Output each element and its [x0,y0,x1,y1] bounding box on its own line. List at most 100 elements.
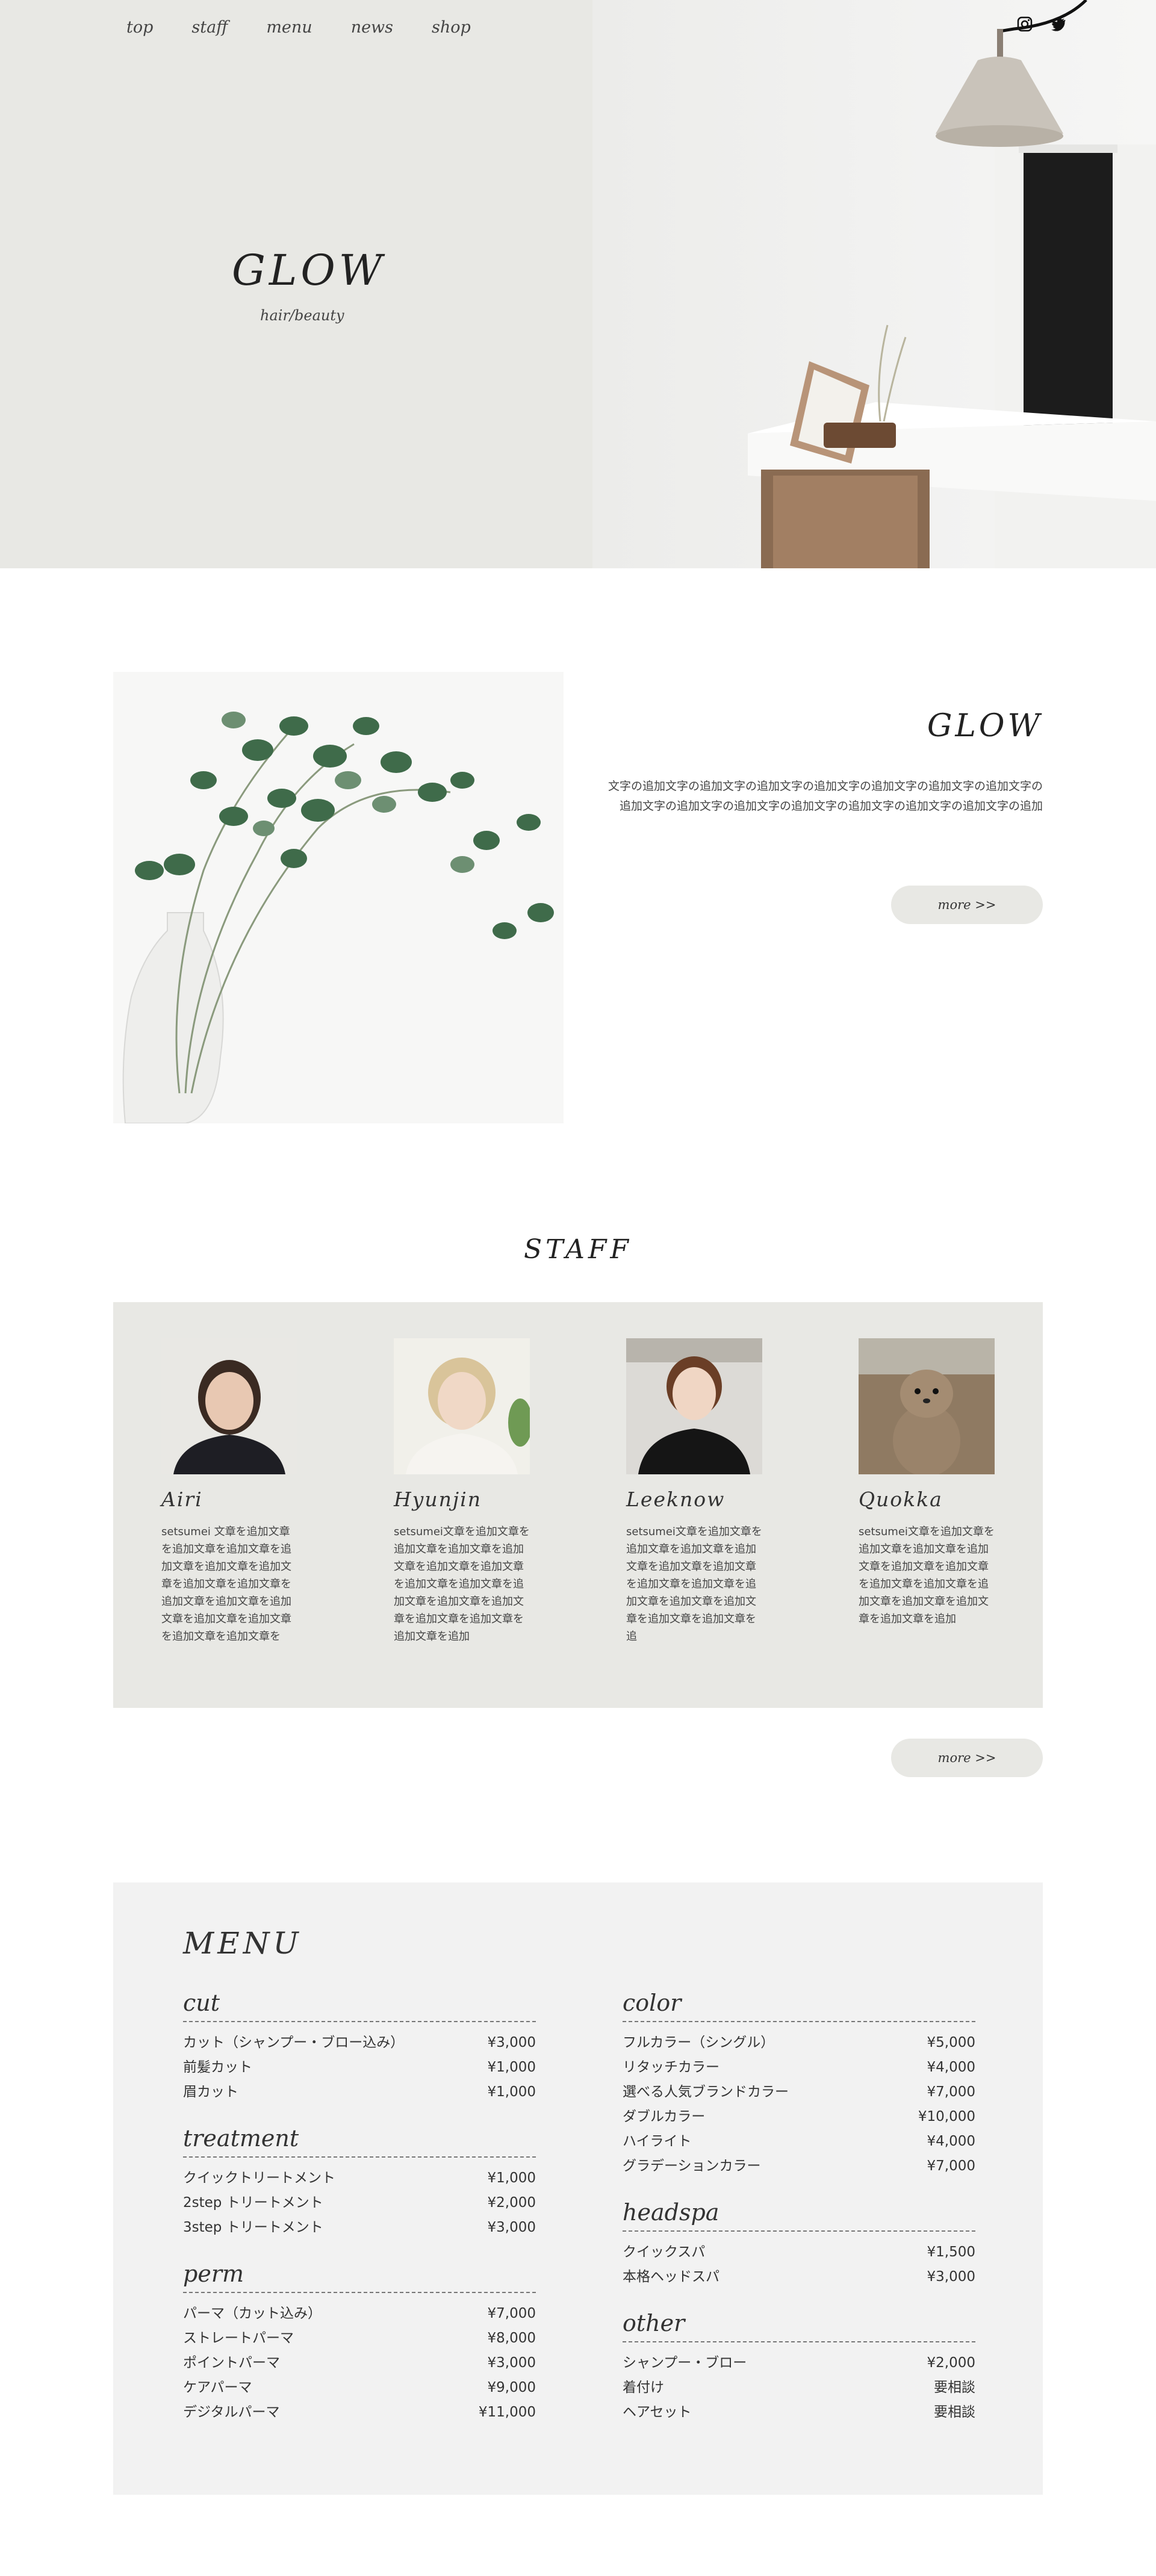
menu-item: シャンプー・ブロー ¥2,000 [623,2351,975,2376]
item-price: ¥1,000 [487,2170,536,2186]
category-name: treatment [183,2125,536,2158]
staff-section: Airi setsumei 文章を追加文章を追加文章を追加文章を追加文章を追加文… [113,1302,1043,1708]
twitter-icon[interactable] [1050,16,1067,33]
staff-photo [626,1338,762,1474]
menu-item: クイックスパ ¥1,500 [623,2240,975,2265]
item-price: ¥7,000 [927,2158,975,2174]
item-label: クイックスパ [623,2244,706,2260]
social-links [1016,16,1067,33]
nav-staff[interactable]: staff [191,18,228,37]
staff-description: setsumei文章を追加文章を追加文章を追加文章を追加文章を追加文章を追加文章… [626,1525,762,1643]
item-price: ¥10,000 [918,2109,975,2124]
item-price: ¥9,000 [487,2380,536,2395]
item-price: ¥7,000 [487,2306,536,2321]
menu-item: クイックトリートメント ¥1,000 [183,2166,536,2191]
menu-item: 2step トリートメント ¥2,000 [183,2191,536,2215]
item-label: ケアパーマ [183,2380,252,2395]
hero: top staff menu news shop GLOW hair/beaut… [0,0,1156,568]
menu-item: ストレートパーマ ¥8,000 [183,2326,536,2351]
menu-category: treatment クイックトリートメント ¥1,000 2step トリートメン… [183,2125,536,2240]
item-label: 前髪カット [183,2059,252,2075]
menu-item: ハイライト ¥4,000 [623,2129,975,2154]
nav-top[interactable]: top [126,18,153,37]
item-price: ¥7,000 [927,2084,975,2100]
hero-photo [592,0,1156,568]
instagram-icon[interactable] [1016,16,1033,33]
staff-more-button[interactable]: more >> [891,1739,1043,1777]
menu-item: デジタルパーマ ¥11,000 [183,2400,536,2425]
staff-name: Hyunjin [394,1488,482,1511]
item-label: ハイライト [623,2134,692,2149]
about-text: 文字の追加文字の追加文字の追加文字の追加文字の追加文字の追加文字の追加文字の追加… [608,780,1043,813]
menu-item: 選べる人気ブランドカラー ¥7,000 [623,2080,975,2105]
item-label: フルカラー（シングル） [623,2035,775,2050]
menu-item: ダブルカラー ¥10,000 [623,2105,975,2129]
item-label: パーマ（カット込み） [183,2306,322,2321]
item-price: ¥1,000 [487,2084,536,2100]
menu-category: other シャンプー・ブロー ¥2,000 着付け 要相談 ヘアセット 要相談 [623,2310,975,2425]
menu-item: ヘアセット 要相談 [623,2400,975,2425]
nav-shop[interactable]: shop [432,18,471,37]
menu-item: 眉カット ¥1,000 [183,2080,536,2105]
menu-item: ポイントパーマ ¥3,000 [183,2351,536,2376]
staff-card: Airi setsumei 文章を追加文章を追加文章を追加文章を追加文章を追加文… [161,1338,297,1645]
item-label: 眉カット [183,2084,238,2100]
item-label: クイックトリートメント [183,2170,335,2186]
salon-interior-illustration [748,0,1156,568]
staff-card: Leeknow setsumei文章を追加文章を追加文章を追加文章を追加文章を追… [626,1338,762,1645]
category-name: perm [183,2261,536,2293]
menu-item: 本格ヘッドスパ ¥3,000 [623,2265,975,2289]
nav-news[interactable]: news [351,18,393,37]
item-label: カット（シャンプー・ブロー込み） [183,2035,405,2050]
about-more-button[interactable]: more >> [891,886,1043,924]
staff-card: Quokka setsumei文章を追加文章を追加文章を追加文章を追加文章を追加… [859,1338,995,1628]
item-label: グラデーションカラー [623,2158,761,2174]
item-price: ¥2,000 [487,2195,536,2211]
menu-category: perm パーマ（カット込み） ¥7,000 ストレートパーマ ¥8,000 ポイン… [183,2261,536,2425]
item-price: ¥4,000 [927,2059,975,2075]
menu-item: 3step トリートメント ¥3,000 [183,2215,536,2240]
item-price: ¥8,000 [487,2330,536,2346]
item-price: 要相談 [934,2404,975,2420]
category-name: other [623,2310,975,2342]
about-plant-image [113,672,564,1123]
staff-photo [394,1338,530,1474]
menu-title: MENU [183,1926,302,1961]
hero-subtitle: hair/beauty [260,307,344,324]
category-name: headspa [623,2199,975,2232]
item-price: 要相談 [934,2380,975,2395]
menu-section: MENU cut カット（シャンプー・ブロー込み） ¥3,000 前髪カット ¥1,… [113,1882,1043,2495]
item-label: ヘアセット [623,2404,692,2420]
item-price: ¥2,000 [927,2355,975,2371]
item-label: シャンプー・ブロー [623,2355,747,2371]
item-label: 選べる人気ブランドカラー [623,2084,789,2100]
staff-description: setsumei文章を追加文章を追加文章を追加文章を追加文章を追加文章を追加文章… [394,1525,530,1643]
menu-item: 前髪カット ¥1,000 [183,2055,536,2080]
nav-menu[interactable]: menu [266,18,312,37]
menu-column-right: color フルカラー（シングル） ¥5,000 リタッチカラー ¥4,000 選べ… [623,1990,975,2445]
menu-category: headspa クイックスパ ¥1,500 本格ヘッドスパ ¥3,000 [623,2199,975,2289]
item-price: ¥4,000 [927,2134,975,2149]
staff-title: STAFF [524,1234,632,1265]
item-label: 2step トリートメント [183,2195,323,2211]
staff-name: Quokka [859,1488,943,1511]
menu-item: ケアパーマ ¥9,000 [183,2376,536,2400]
item-price: ¥11,000 [478,2404,536,2420]
item-price: ¥3,000 [487,2220,536,2235]
item-label: デジタルパーマ [183,2404,280,2420]
hero-brand: GLOW [232,246,386,295]
item-price: ¥3,000 [487,2355,536,2371]
category-name: color [623,1990,975,2022]
menu-item: カット（シャンプー・ブロー込み） ¥3,000 [183,2031,536,2055]
staff-description: setsumei文章を追加文章を追加文章を追加文章を追加文章を追加文章を追加文章… [859,1525,995,1625]
staff-card: Hyunjin setsumei文章を追加文章を追加文章を追加文章を追加文章を追… [394,1338,530,1645]
main-nav: top staff menu news shop [126,18,509,37]
item-label: 本格ヘッドスパ [623,2269,719,2285]
category-name: cut [183,1990,536,2022]
item-price: ¥5,000 [927,2035,975,2050]
item-label: ストレートパーマ [183,2330,294,2346]
item-label: 着付け [623,2380,664,2395]
staff-description: setsumei 文章を追加文章を追加文章を追加文章を追加文章を追加文章を追加文… [161,1525,291,1643]
menu-category: cut カット（シャンプー・ブロー込み） ¥3,000 前髪カット ¥1,000 眉… [183,1990,536,2105]
menu-column-left: cut カット（シャンプー・ブロー込み） ¥3,000 前髪カット ¥1,000 眉… [183,1990,536,2445]
